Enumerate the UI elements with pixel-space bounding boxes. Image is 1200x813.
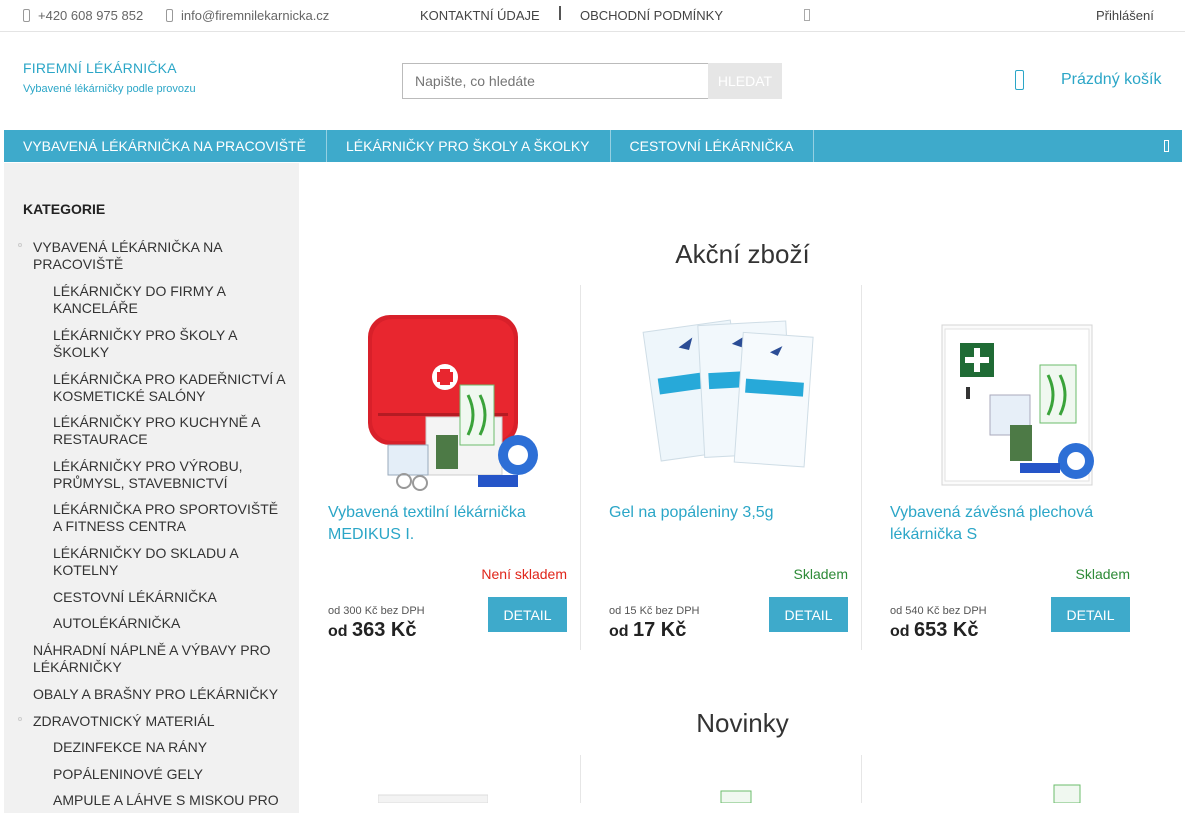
product-name[interactable]: Gel na popáleniny 3,5g xyxy=(609,502,847,524)
logo[interactable]: FIREMNÍ LÉKÁRNIČKA Vybavené lékárničky p… xyxy=(23,60,196,95)
bullet-icon xyxy=(18,717,22,721)
product-card[interactable]: Gel na popáleniny 3,5g Skladem od 15 Kč … xyxy=(581,285,862,650)
category-item[interactable]: LÉKÁRNIČKY DO SKLADU A KOTELNY xyxy=(53,545,253,579)
terms-link[interactable]: OBCHODNÍ PODMÍNKY xyxy=(580,8,723,23)
nav-item-workplace[interactable]: VYBAVENÁ LÉKÁRNIČKA NA PRACOVIŠTĚ xyxy=(4,130,327,162)
detail-button[interactable]: DETAIL xyxy=(769,597,848,632)
category-item[interactable]: LÉKÁRNIČKA PRO KADEŘNICTVÍ A KOSMETICKÉ … xyxy=(53,371,293,405)
top-divider xyxy=(559,6,561,20)
metal-cabinet-image xyxy=(941,324,1094,486)
first-aid-bag-image xyxy=(368,315,538,491)
product-card[interactable]: Vybavená textilní lékárnička MEDIKUS I. … xyxy=(300,285,581,650)
detail-button[interactable]: DETAIL xyxy=(1051,597,1130,632)
price-without-vat: od 540 Kč bez DPH xyxy=(890,605,987,617)
category-item[interactable]: AUTOLÉKÁRNIČKA xyxy=(53,615,283,632)
price-without-vat: od 15 Kč bez DPH xyxy=(609,605,700,617)
sale-section-title: Akční zboží xyxy=(675,239,810,269)
category-item[interactable]: OBALY A BRAŠNY PRO LÉKÁRNIČKY xyxy=(33,686,293,703)
phone-contact[interactable]: +420 608 975 852 xyxy=(23,8,143,23)
search-form: HLEDAT xyxy=(402,63,782,99)
category-sidebar: KATEGORIE VYBAVENÁ LÉKÁRNIČKA NA PRACOVI… xyxy=(4,163,299,813)
category-item[interactable]: LÉKÁRNIČKY PRO KUCHYNĚ A RESTAURACE xyxy=(53,414,268,448)
bullet-icon xyxy=(18,243,22,247)
contact-link[interactable]: KONTAKTNÍ ÚDAJE xyxy=(420,8,540,23)
nav-item-schools[interactable]: LÉKÁRNIČKY PRO ŠKOLY A ŠKOLKY xyxy=(327,130,611,162)
stock-status: Skladem xyxy=(1075,566,1130,582)
phone-icon xyxy=(23,9,30,22)
category-item[interactable]: POPÁLENINOVÉ GELY xyxy=(53,766,283,783)
cart-label: Prázdný košík xyxy=(1061,71,1162,88)
category-item[interactable]: DEZINFEKCE NA RÁNY xyxy=(53,739,283,756)
site-name: FIREMNÍ LÉKÁRNIČKA xyxy=(23,60,177,76)
email-contact[interactable]: info@firemnilekarnicka.cz xyxy=(166,8,329,23)
product-price: od 17 Kč xyxy=(609,619,687,641)
product-card[interactable]: Vybavená závěsná plechová lékárnička S S… xyxy=(862,285,1143,650)
stock-status: Skladem xyxy=(793,566,848,582)
main-content: Akční zboží Vybavená textilní lékárnička… xyxy=(300,163,1185,803)
category-item[interactable]: LÉKÁRNIČKY DO FIRMY A KANCELÁŘE xyxy=(53,283,253,317)
category-item[interactable]: NÁHRADNÍ NÁPLNĚ A VÝBAVY PRO LÉKÁRNIČKY xyxy=(33,642,283,676)
top-bar: +420 608 975 852 info@firemnilekarnicka.… xyxy=(0,0,1185,32)
product-image xyxy=(720,790,752,803)
product-price: od 653 Kč xyxy=(890,619,979,641)
cart[interactable]: Prázdný košík xyxy=(1015,70,1161,90)
detail-button[interactable]: DETAIL xyxy=(488,597,567,632)
menu-icon[interactable] xyxy=(1150,130,1182,162)
new-section-title: Novinky xyxy=(696,708,789,738)
category-item[interactable]: AMPULE A LÁHVE S MISKOU PRO xyxy=(53,792,293,809)
category-item[interactable]: ZDRAVOTNICKÝ MATERIÁL xyxy=(18,713,283,730)
search-button[interactable]: HLEDAT xyxy=(708,63,782,99)
category-item[interactable]: LÉKÁRNIČKA PRO SPORTOVIŠTĚ A FITNESS CEN… xyxy=(53,501,288,535)
more-icon[interactable] xyxy=(804,9,810,21)
product-price: od 363 Kč xyxy=(328,619,417,641)
envelope-icon xyxy=(166,9,173,22)
nav-item-travel[interactable]: CESTOVNÍ LÉKÁRNIČKA xyxy=(611,130,815,162)
product-name[interactable]: Vybavená textilní lékárnička MEDIKUS I. xyxy=(328,502,566,546)
category-item[interactable]: LÉKÁRNIČKY PRO VÝROBU, PRŮMYSL, STAVEBNI… xyxy=(53,458,253,492)
category-title: KATEGORIE xyxy=(23,201,106,217)
product-name[interactable]: Vybavená závěsná plechová lékárnička S xyxy=(890,502,1128,546)
category-item[interactable]: VYBAVENÁ LÉKÁRNIČKA NA PRACOVIŠTĚ xyxy=(18,239,233,273)
search-input[interactable] xyxy=(402,63,708,99)
cart-icon xyxy=(1015,70,1024,90)
category-item[interactable]: LÉKÁRNIČKY PRO ŠKOLY A ŠKOLKY xyxy=(53,327,253,361)
product-card[interactable] xyxy=(862,755,1143,803)
stock-status: Není skladem xyxy=(481,566,567,582)
phone-number: +420 608 975 852 xyxy=(38,8,144,23)
product-image xyxy=(378,794,488,803)
product-card[interactable] xyxy=(581,755,862,803)
burn-gel-image xyxy=(642,319,814,468)
site-header: FIREMNÍ LÉKÁRNIČKA Vybavené lékárničky p… xyxy=(0,32,1185,130)
product-card[interactable] xyxy=(300,755,581,803)
email-address: info@firemnilekarnicka.cz xyxy=(181,8,330,23)
price-without-vat: od 300 Kč bez DPH xyxy=(328,605,425,617)
login-link[interactable]: Přihlášení xyxy=(1096,8,1154,23)
site-tagline: Vybavené lékárničky podle provozu xyxy=(23,83,196,95)
category-item[interactable]: CESTOVNÍ LÉKÁRNIČKA xyxy=(53,589,283,606)
main-nav: VYBAVENÁ LÉKÁRNIČKA NA PRACOVIŠTĚ LÉKÁRN… xyxy=(4,130,1182,162)
